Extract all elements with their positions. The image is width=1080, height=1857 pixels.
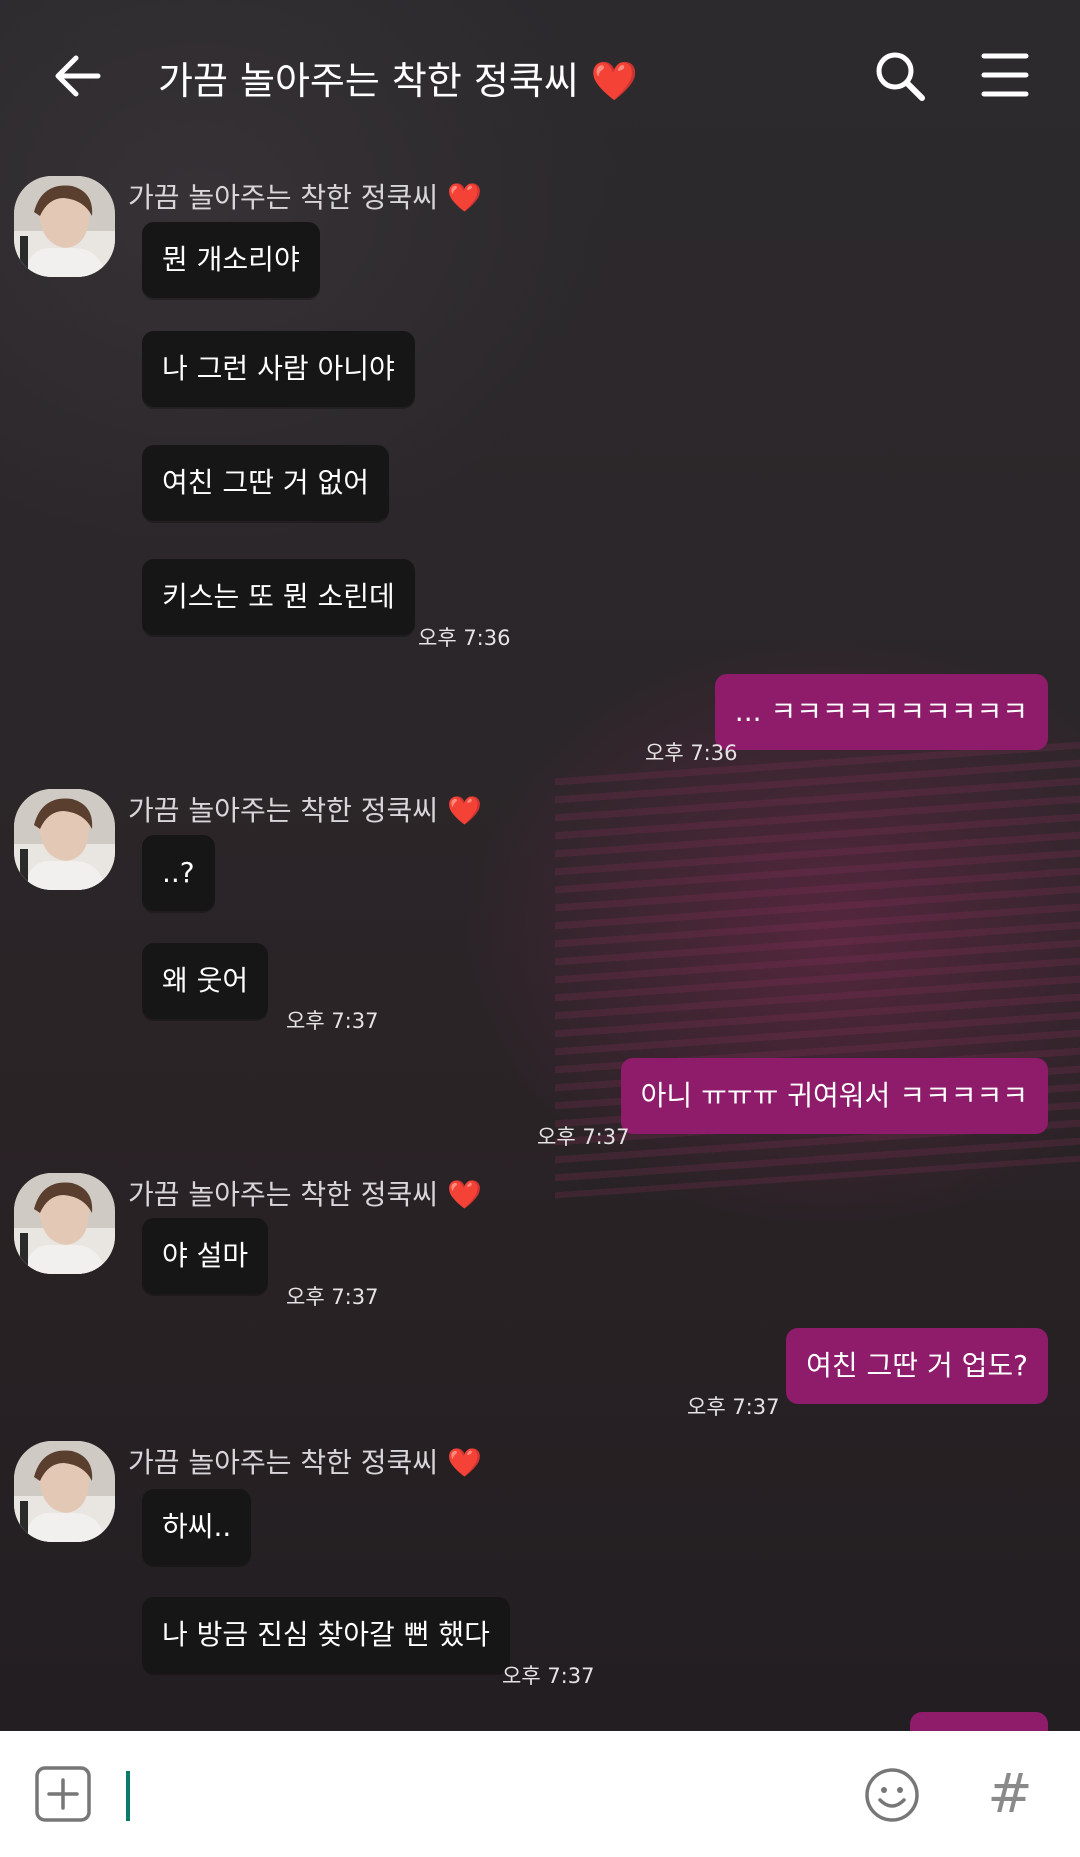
profile-photo [14, 176, 115, 277]
heart-emoji: ❤️ [446, 1178, 482, 1211]
sender-name: 가끔 놀아주는 착한 정쿡씨 ❤️ [128, 789, 482, 829]
message-timestamp: 오후 7:36 [645, 741, 738, 765]
back-button[interactable] [50, 48, 106, 104]
chat-header: 가끔 놀아주는 착한 정쿡씨 ❤️ [0, 0, 1080, 150]
emoji-icon [865, 1768, 919, 1822]
sender-name-text: 가끔 놀아주는 착한 정쿡씨 [128, 181, 439, 214]
heart-emoji: ❤️ [446, 794, 482, 827]
chat-title: 가끔 놀아주는 착한 정쿡씨 ❤️ [158, 50, 638, 105]
outgoing-message-partial[interactable] [910, 1712, 1048, 1731]
hashtag-button[interactable]: # [986, 1761, 1034, 1827]
text-cursor [126, 1771, 130, 1821]
sender-name-text: 가끔 놀아주는 착한 정쿡씨 [128, 794, 439, 827]
incoming-message[interactable]: 뭔 개소리야 [142, 222, 320, 298]
back-arrow-icon [55, 55, 101, 97]
heart-emoji: ❤️ [446, 181, 482, 214]
search-icon [876, 52, 925, 101]
avatar[interactable] [14, 1173, 115, 1274]
outgoing-message[interactable]: 여친 그딴 거 업도? [786, 1328, 1048, 1404]
search-button[interactable] [872, 48, 928, 104]
message-timestamp: 오후 7:37 [286, 1009, 379, 1033]
incoming-message[interactable]: 야 설마 [142, 1218, 269, 1294]
message-timestamp: 오후 7:37 [502, 1664, 595, 1688]
sender-name: 가끔 놀아주는 착한 정쿡씨 ❤️ [128, 1441, 482, 1481]
hashtag-icon: # [987, 1762, 1033, 1825]
message-input-bar: # [0, 1731, 1080, 1857]
sender-name-text: 가끔 놀아주는 착한 정쿡씨 [128, 1446, 439, 1479]
message-timestamp: 오후 7:37 [286, 1285, 379, 1309]
menu-button[interactable] [980, 50, 1030, 100]
menu-icon [981, 53, 1029, 97]
profile-photo [14, 1441, 115, 1542]
incoming-message[interactable]: ..? [142, 835, 215, 911]
plus-icon [35, 1766, 91, 1822]
sender-name-text: 가끔 놀아주는 착한 정쿡씨 [128, 1178, 439, 1211]
sender-name: 가끔 놀아주는 착한 정쿡씨 ❤️ [128, 1173, 482, 1213]
incoming-message[interactable]: 하씨.. [142, 1489, 252, 1565]
outgoing-message[interactable]: 아니 ㅠㅠㅠ 귀여워서 ㅋㅋㅋㅋㅋ [620, 1058, 1048, 1134]
emoji-button[interactable] [864, 1767, 920, 1823]
avatar[interactable] [14, 789, 115, 890]
avatar[interactable] [14, 176, 115, 277]
chat-title-text: 가끔 놀아주는 착한 정쿡씨 [158, 59, 579, 103]
incoming-message[interactable]: 여친 그딴 거 없어 [142, 445, 390, 521]
outgoing-message[interactable]: ... ㅋㅋㅋㅋㅋㅋㅋㅋㅋㅋ [714, 674, 1048, 750]
sender-name: 가끔 놀아주는 착한 정쿡씨 ❤️ [128, 176, 482, 216]
incoming-message[interactable]: 나 방금 진심 찾아갈 뻔 했다 [142, 1597, 510, 1673]
incoming-message[interactable]: 키스는 또 뭔 소린데 [142, 559, 415, 635]
profile-photo [14, 789, 115, 890]
avatar[interactable] [14, 1441, 115, 1542]
incoming-message[interactable]: 나 그런 사람 아니야 [142, 331, 415, 407]
message-input[interactable] [122, 1765, 846, 1825]
heart-emoji: ❤️ [590, 59, 639, 103]
attach-button[interactable] [34, 1765, 92, 1823]
message-timestamp: 오후 7:37 [537, 1125, 630, 1149]
profile-photo [14, 1173, 115, 1274]
message-timestamp: 오후 7:36 [418, 626, 511, 650]
heart-emoji: ❤️ [446, 1446, 482, 1479]
incoming-message[interactable]: 왜 웃어 [142, 943, 269, 1019]
message-timestamp: 오후 7:37 [687, 1395, 780, 1419]
